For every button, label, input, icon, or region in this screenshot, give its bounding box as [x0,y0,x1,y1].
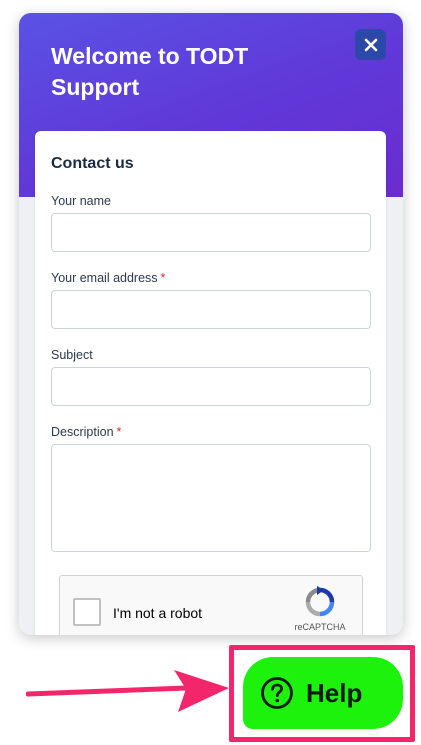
recaptcha-widget: I'm not a robot reCAPTCHA [59,575,363,635]
close-icon [364,38,377,51]
subject-label: Subject [51,348,93,362]
help-button[interactable]: Help [243,657,403,729]
subject-input[interactable] [51,367,371,406]
pointer-arrow [26,670,229,712]
description-textarea[interactable] [51,444,371,552]
email-input[interactable] [51,290,371,329]
recaptcha-brand: reCAPTCHA [294,622,346,632]
name-input[interactable] [51,213,371,252]
question-circle-icon [261,677,293,709]
email-label: Your email address * [51,271,166,285]
widget-title: Welcome to TODT Support [51,43,249,100]
description-label: Description * [51,425,122,439]
required-marker: * [160,271,166,285]
help-label: Help [306,677,363,708]
name-label: Your name [51,194,111,208]
form-heading: Contact us [51,155,134,172]
recaptcha-logo-icon [305,586,335,617]
required-marker: * [116,425,122,439]
contact-form: Contact us Your name Your email address *… [35,131,386,635]
support-widget: Welcome to TODT Support Contact us Your … [19,13,403,635]
close-button[interactable] [355,29,386,60]
recaptcha-checkbox[interactable] [73,598,101,626]
recaptcha-label: I'm not a robot [113,605,203,621]
